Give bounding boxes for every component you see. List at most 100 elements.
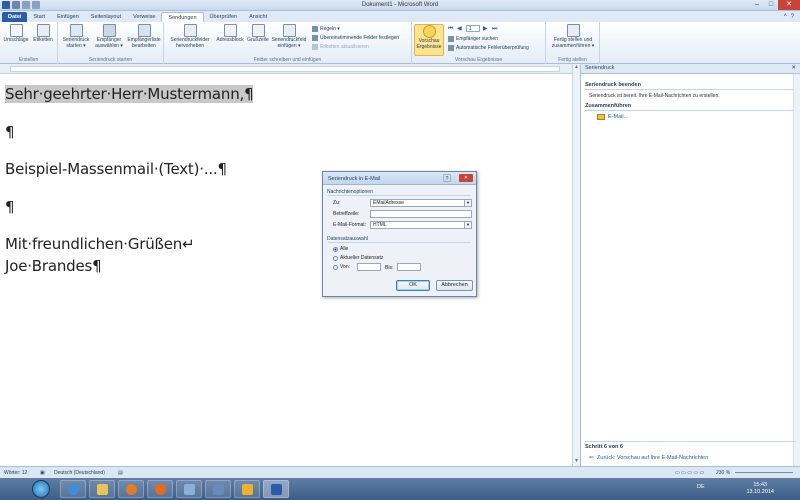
taskbar-explorer[interactable]	[89, 480, 115, 498]
regeln-button[interactable]: Regeln ▾	[312, 26, 340, 32]
ok-button[interactable]: OK	[396, 280, 430, 291]
document-scrollbar[interactable]: ▲ ▼	[572, 64, 580, 466]
language-indicator[interactable]: Deutsch (Deutschland)	[54, 470, 105, 476]
umschlaege-button[interactable]: Umschläge	[3, 24, 29, 44]
paragraph-empty-2[interactable]: ¶	[5, 198, 15, 216]
email-merge-link[interactable]: E-Mail...	[597, 114, 628, 120]
help-icon[interactable]: ?	[791, 14, 794, 20]
section-heading-finish: Seriendruck beenden	[585, 82, 641, 88]
paragraph-closing[interactable]: Mit·freundlichen·Grüßen↵	[5, 235, 195, 253]
radio-all[interactable]: Alle	[333, 246, 348, 252]
scroll-down-icon[interactable]: ▼	[573, 458, 580, 466]
labels-icon	[36, 24, 50, 37]
folder-icon	[96, 483, 108, 495]
zoom-level[interactable]: 230 %	[716, 470, 730, 476]
taskbar-app5[interactable]	[176, 480, 202, 498]
close-button[interactable]: ✕	[778, 0, 800, 10]
taskbar-word[interactable]	[263, 480, 289, 498]
tab-sendungen[interactable]: Sendungen	[161, 12, 204, 22]
word-count[interactable]: Wörter: 12	[4, 470, 27, 476]
tab-einfuegen[interactable]: Einfügen	[51, 12, 85, 22]
status-bar: Wörter: 12 ▣ Deutsch (Deutschland) ▤ ▭ ▭…	[0, 466, 800, 478]
to-dropdown[interactable]: EMailAdresse ▼	[370, 199, 472, 207]
dropdown-arrow-icon: ▼	[464, 222, 471, 228]
taskbar-ie[interactable]	[60, 480, 86, 498]
match-fields-icon	[312, 35, 318, 41]
proofing-icon[interactable]: ▣	[40, 470, 45, 476]
taskbar-firefox[interactable]	[147, 480, 173, 498]
uebereinstimmende-felder-button[interactable]: Übereinstimmende Felder festlegen	[312, 35, 399, 41]
taskbar-app6[interactable]	[205, 480, 231, 498]
first-record-icon[interactable]: ⏮	[448, 26, 454, 32]
minimize-button[interactable]: –	[750, 0, 764, 10]
horizontal-ruler[interactable]	[0, 64, 572, 74]
language-indicator-taskbar[interactable]: DE	[697, 484, 705, 490]
from-record-input[interactable]	[357, 263, 381, 271]
last-record-icon[interactable]: ⏭	[492, 26, 498, 32]
tab-ansicht[interactable]: Ansicht	[243, 12, 273, 22]
empfaenger-auswaehlen-button[interactable]: Empfänger auswählen ▾	[93, 24, 125, 49]
fehlerueberpruefung-button[interactable]: Automatische Fehlerüberprüfung	[448, 45, 529, 51]
task-pane-scrollbar[interactable]	[793, 74, 800, 466]
next-record-icon[interactable]: ▶	[483, 26, 489, 32]
paragraph-body[interactable]: Beispiel-Massenmail·(Text)·...¶	[5, 160, 227, 178]
group-seriendruck-starten: Seriendruck starten ▾ Empfänger auswähle…	[58, 22, 164, 64]
seriendruckfelder-hervorheben-button[interactable]: Seriendruckfelder hervorheben	[166, 24, 214, 49]
scroll-up-icon[interactable]: ▲	[573, 64, 580, 72]
to-record-input[interactable]	[397, 263, 421, 271]
seriendruck-starten-button[interactable]: Seriendruck starten ▾	[60, 24, 92, 49]
greeting-line-icon	[251, 24, 265, 37]
back-preview-link[interactable]: ⇐ Zurück: Vorschau auf Ihre E-Mail-Nachr…	[589, 454, 708, 462]
etiketten-button[interactable]: Etiketten	[31, 24, 55, 44]
record-number-input[interactable]: 1	[466, 25, 480, 32]
radio-from[interactable]: Von:	[333, 264, 350, 270]
previous-record-icon[interactable]: ◀	[457, 26, 463, 32]
grusszeile-button[interactable]: Grußzeile	[246, 24, 270, 44]
maximize-button[interactable]: □	[764, 0, 778, 10]
tab-verweise[interactable]: Verweise	[127, 12, 161, 22]
radio-current-record[interactable]: Aktueller Datensatz	[333, 255, 383, 261]
address-block-icon	[223, 24, 237, 37]
firefox-icon	[154, 483, 166, 495]
radio-selected-icon	[333, 246, 338, 252]
taskbar-outlook[interactable]	[234, 480, 260, 498]
divider	[585, 110, 796, 111]
cancel-button[interactable]: Abbrechen	[436, 280, 473, 291]
document-area[interactable]: Sehr·geehrter·Herr·Mustermann,¶ ¶ Beispi…	[0, 75, 572, 466]
task-pane-title: Seriendruck	[585, 65, 615, 71]
tab-start[interactable]: Start	[27, 12, 51, 22]
macro-icon[interactable]: ▤	[118, 470, 123, 476]
task-pane-close-button[interactable]: ✕	[791, 65, 796, 72]
vorschau-ergebnisse-button[interactable]: Vorschau Ergebnisse	[414, 24, 444, 56]
taskbar: DE 15:43 13.10.2014	[0, 478, 800, 500]
empfaengerliste-bearbeiten-button[interactable]: Empfängerliste bearbeiten	[126, 24, 162, 49]
app-icon	[183, 483, 195, 495]
zoom-slider[interactable]	[735, 472, 793, 473]
minimize-ribbon-icon[interactable]: ^	[784, 14, 787, 20]
etiketten-aktualisieren-button[interactable]: Etiketten aktualisieren	[312, 44, 369, 50]
outlook-icon	[241, 483, 253, 495]
dialog-close-button[interactable]: ✕	[459, 174, 473, 182]
paragraph-signature[interactable]: Joe·Brandes¶	[5, 257, 102, 275]
format-dropdown[interactable]: HTML ▼	[370, 221, 472, 229]
radio-icon	[333, 255, 338, 261]
tab-datei[interactable]: Datei	[2, 12, 28, 22]
paragraph-empty-1[interactable]: ¶	[5, 123, 15, 141]
fertig-stellen-button[interactable]: Fertig stellen und zusammenführen ▾	[548, 24, 598, 49]
finish-merge-icon	[566, 24, 580, 37]
tab-ueberpruefen[interactable]: Überprüfen	[204, 12, 244, 22]
paragraph-salutation[interactable]: Sehr·geehrter·Herr·Mustermann,¶	[5, 85, 254, 103]
tab-seitenlayout[interactable]: Seitenlayout	[85, 12, 127, 22]
taskbar-media[interactable]	[118, 480, 144, 498]
adressblock-button[interactable]: Adressblock	[215, 24, 245, 44]
system-clock[interactable]: 15:43 13.10.2014	[746, 482, 774, 496]
view-buttons[interactable]: ▭ ▭ ▭ ▭ ▭	[675, 470, 704, 476]
check-errors-icon	[448, 45, 454, 51]
record-navigation: ⏮ ◀ 1 ▶ ⏭	[448, 25, 498, 32]
empfaenger-suchen-button[interactable]: Empfänger suchen	[448, 36, 498, 42]
dialog-help-button[interactable]: ?	[443, 174, 451, 182]
subject-input[interactable]	[370, 210, 472, 218]
seriendruckfeld-einfuegen-button[interactable]: Seriendruckfeld einfügen ▾	[270, 24, 308, 49]
dialog-title-bar: Seriendruck in E-Mail ? ✕	[323, 172, 476, 185]
start-button[interactable]	[32, 480, 50, 498]
